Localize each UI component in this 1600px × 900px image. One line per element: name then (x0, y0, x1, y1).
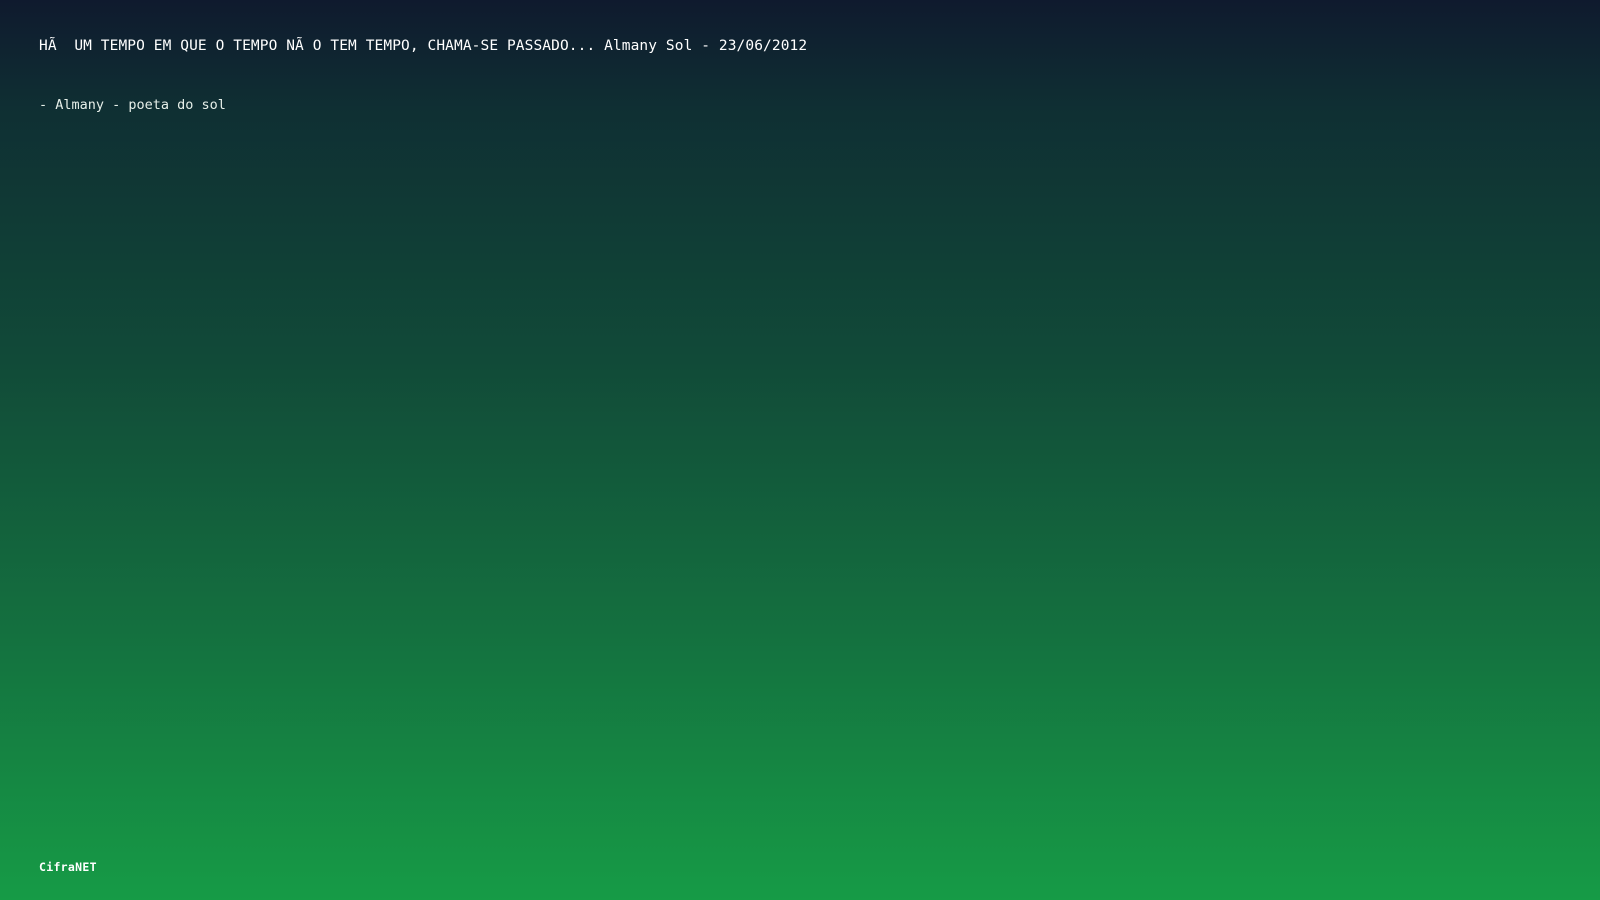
quote-text: HÃ UM TEMPO EM QUE O TEMPO NÃ O TEM TEMP… (39, 38, 808, 54)
quote-container: HÃ UM TEMPO EM QUE O TEMPO NÃ O TEM TEMP… (39, 36, 1539, 115)
brand-label: CifraNET (39, 860, 97, 874)
author-signature: - Almany - poeta do sol (39, 97, 226, 113)
